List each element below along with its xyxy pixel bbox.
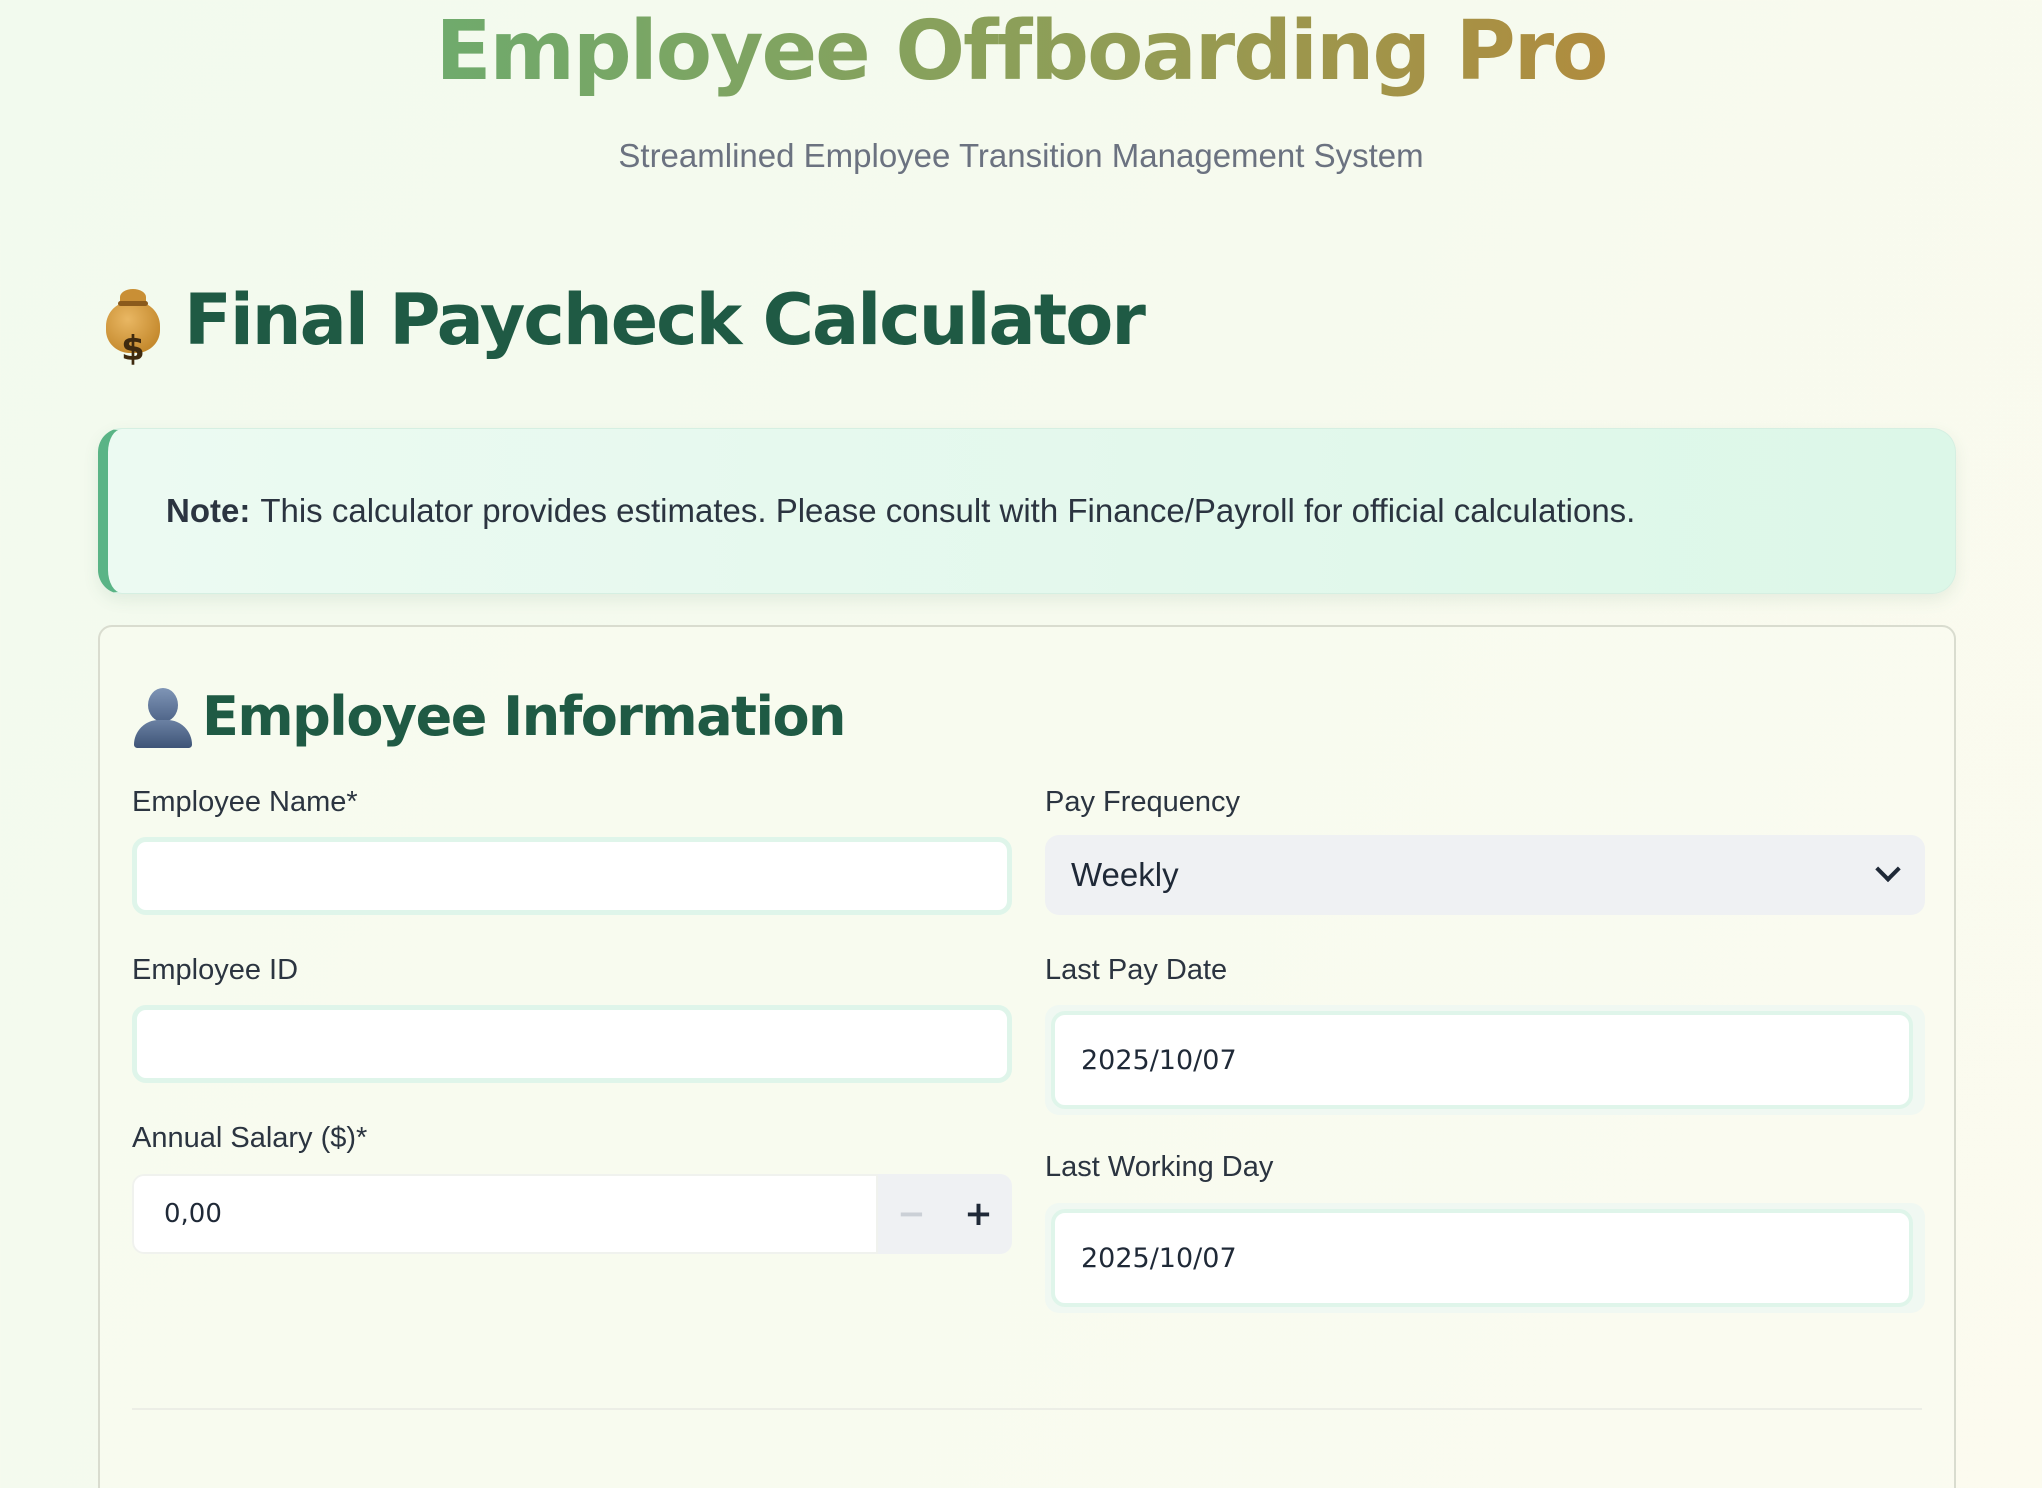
- annual-salary-field: − +: [132, 1174, 1012, 1254]
- decrement-button[interactable]: −: [887, 1194, 937, 1234]
- annual-salary-label: Annual Salary ($)*: [132, 1122, 368, 1154]
- employee-information-card: Employee Information Employee Name* Empl…: [98, 625, 1956, 1488]
- last-pay-date-input[interactable]: 2025/10/07: [1051, 1011, 1913, 1109]
- section-title: $ Final Paycheck Calculator: [104, 279, 1146, 369]
- money-bag-icon: $: [104, 287, 162, 369]
- last-pay-date-field: 2025/10/07: [1045, 1005, 1925, 1115]
- note-box: Note: This calculator provides estimates…: [98, 428, 1956, 594]
- last-working-day-label: Last Working Day: [1045, 1151, 1274, 1183]
- pay-frequency-value: Weekly: [1071, 856, 1179, 893]
- last-working-day-field: 2025/10/07: [1045, 1203, 1925, 1313]
- last-working-day-input[interactable]: 2025/10/07: [1051, 1209, 1913, 1307]
- pay-frequency-select[interactable]: Weekly: [1045, 835, 1925, 915]
- pay-frequency-label: Pay Frequency: [1045, 786, 1241, 818]
- app-subtitle: Streamlined Employee Transition Manageme…: [618, 137, 1424, 174]
- chevron-down-icon: [1875, 856, 1901, 883]
- increment-button[interactable]: +: [954, 1194, 1004, 1234]
- note-label: Note:: [166, 492, 251, 529]
- salary-stepper: − +: [878, 1174, 1012, 1254]
- employee-id-input[interactable]: [132, 1005, 1012, 1083]
- app-title: Employee Offboarding Pro: [435, 4, 1609, 99]
- last-pay-date-label: Last Pay Date: [1045, 954, 1228, 986]
- employee-name-input[interactable]: [132, 837, 1012, 915]
- employee-id-label: Employee ID: [132, 954, 299, 986]
- employee-name-label: Employee Name*: [132, 786, 358, 818]
- person-silhouette-icon: [132, 686, 194, 748]
- annual-salary-input[interactable]: [132, 1174, 878, 1254]
- card-title: Employee Information: [132, 682, 847, 752]
- card-title-text: Employee Information: [202, 685, 847, 748]
- section-divider: [132, 1408, 1922, 1410]
- note-text: This calculator provides estimates. Plea…: [260, 492, 1636, 529]
- section-title-text: Final Paycheck Calculator: [184, 279, 1146, 361]
